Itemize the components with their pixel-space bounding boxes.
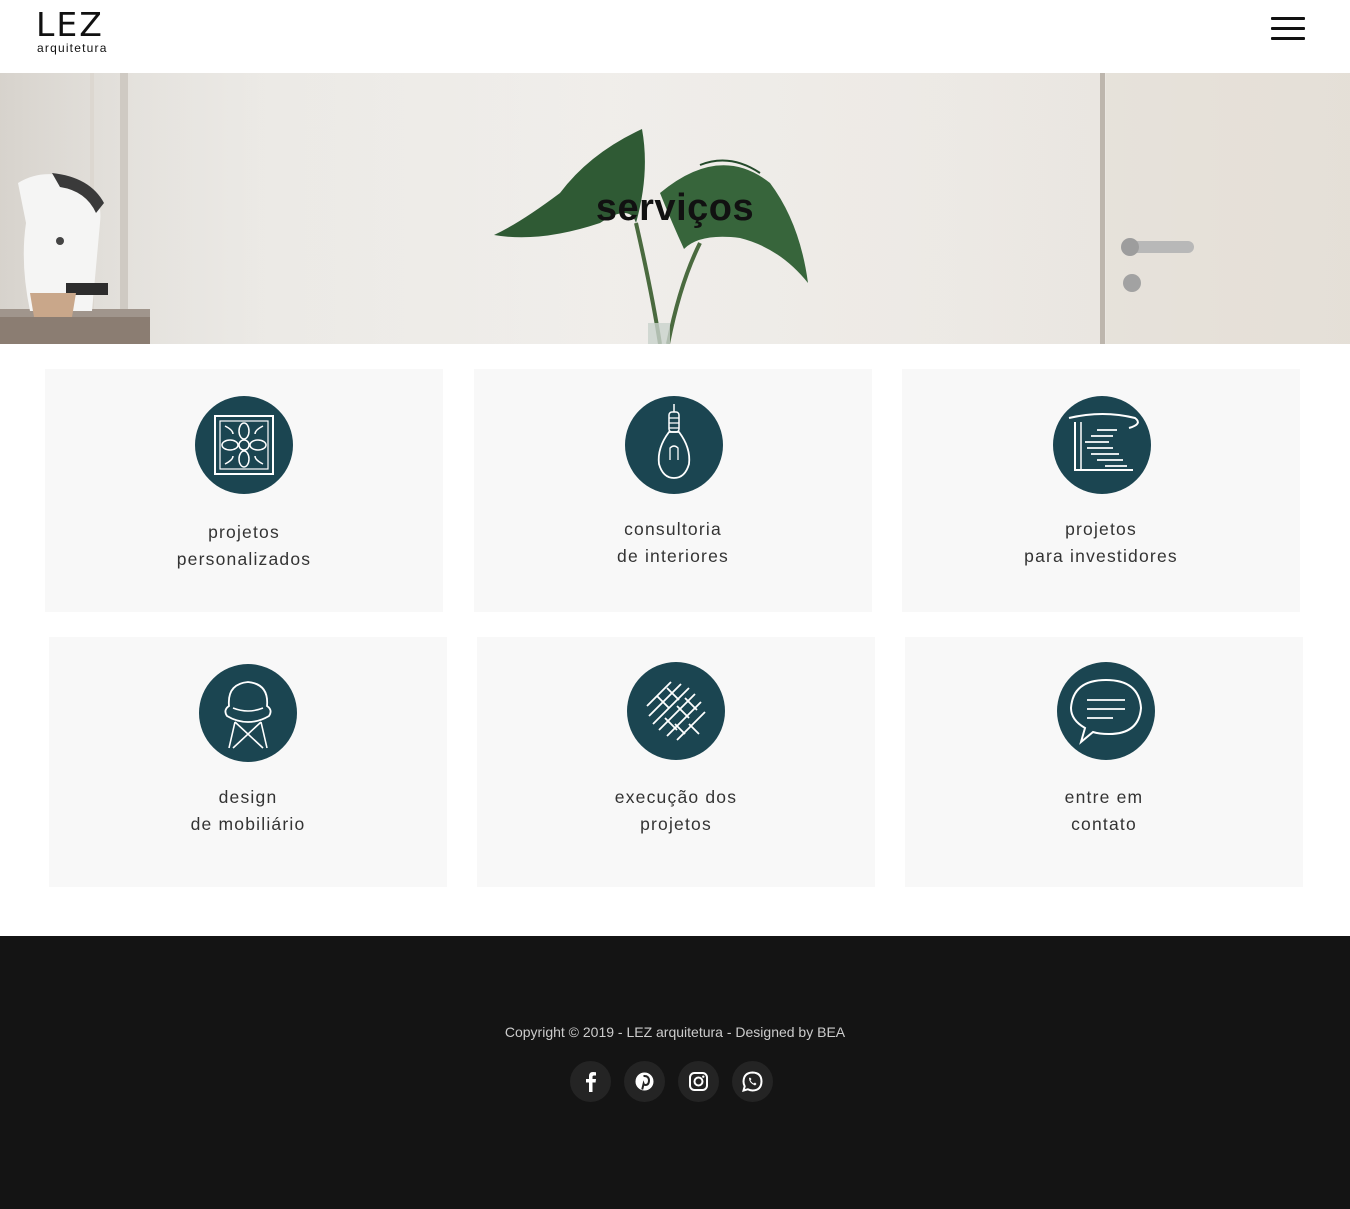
service-label: projetos personalizados [176,522,312,569]
whatsapp-icon[interactable] [732,1061,773,1102]
service-card-projetos-para-investidores[interactable]: projetos para investidores [902,369,1300,612]
logo-subtitle: arquitetura [37,41,108,55]
page-title: serviços [595,187,755,229]
instagram-icon[interactable] [678,1061,719,1102]
service-card-consultoria-de-interiores[interactable]: consultoria de interiores [474,369,872,612]
service-card-design-de-mobiliario[interactable]: design de mobiliário [49,637,447,887]
service-label: design de mobiliário [190,787,306,834]
hero-banner: serviços [0,73,1350,344]
logo-mark: LEZ [36,5,104,44]
pinterest-icon[interactable] [624,1061,665,1102]
service-label: consultoria de interiores [617,519,729,566]
logo[interactable]: LEZ arquitetura [36,8,120,58]
hamburger-menu-icon[interactable] [1268,14,1308,44]
service-label: entre em contato [1064,787,1144,834]
light-bulb-icon [625,396,723,494]
site-footer: Copyright © 2019 - LEZ arquitetura - Des… [0,936,1350,1209]
staircase-icon [1053,396,1151,494]
service-label: projetos para investidores [1024,519,1178,566]
facebook-icon[interactable] [570,1061,611,1102]
chat-bubble-icon [1057,662,1155,760]
ornament-tile-icon [195,396,293,494]
herringbone-floor-icon [627,662,725,760]
chair-icon [199,664,297,762]
service-card-execucao-dos-projetos[interactable]: execução dos projetos [477,637,875,887]
service-label: execução dos projetos [614,787,738,834]
service-card-projetos-personalizados[interactable]: projetos personalizados [45,369,443,612]
copyright-text: Copyright © 2019 - LEZ arquitetura - Des… [504,1024,846,1040]
service-card-entre-em-contato[interactable]: entre em contato [905,637,1303,887]
site-header: LEZ arquitetura [0,0,1350,73]
